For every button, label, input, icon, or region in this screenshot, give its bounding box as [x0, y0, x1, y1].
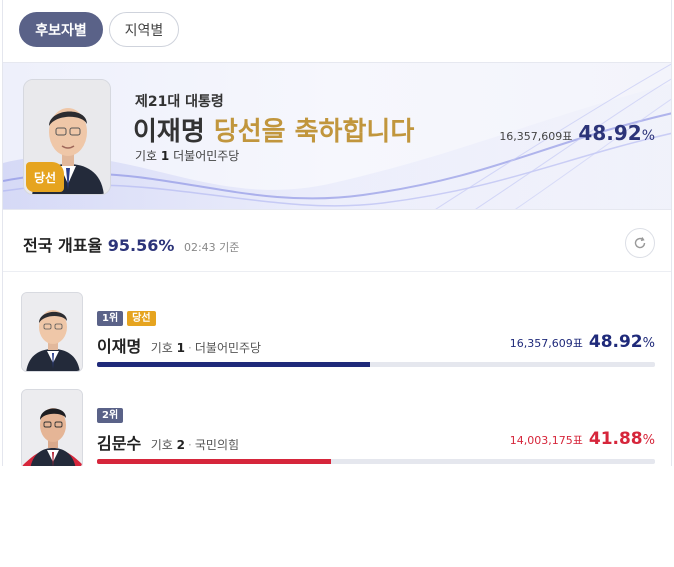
- winner-number-label: 기호: [135, 149, 158, 163]
- winner-headline: 이재명 당선을 축하합니다: [133, 111, 414, 148]
- counting-rate-bar: 전국 개표율 95.56% 02:43 기준: [3, 210, 671, 272]
- candidate-party: 더불어민주당: [194, 341, 262, 355]
- separator-dot: ·: [188, 341, 192, 355]
- vote-share-fill: [97, 459, 331, 464]
- rank-badge: 2위: [97, 408, 124, 423]
- winner-vote-summary: 16,357,609표 48.92%: [499, 121, 655, 145]
- election-results-panel: 후보자별 지역별 당선 제21대 대통령 이재명 당선을 축하합니다 기호 1 …: [2, 0, 672, 466]
- candidate-row[interactable]: 1위 당선 이재명 기호 1 · 더불어민주당 16,357,609표 48.92%: [3, 290, 671, 382]
- winner-banner: 당선 제21대 대통령 이재명 당선을 축하합니다 기호 1 더불어민주당 16…: [3, 62, 671, 210]
- candidate-number: 기호 2: [150, 438, 186, 452]
- candidate-photo: [21, 389, 83, 466]
- rank-badges: 1위 당선: [97, 311, 156, 326]
- rank-badges: 2위: [97, 408, 124, 423]
- tab-by-candidate[interactable]: 후보자별: [19, 12, 103, 47]
- winner-number: 1: [160, 149, 170, 163]
- candidate-info: 김문수 기호 2 · 국민의힘: [97, 430, 239, 454]
- winner-photo: 당선: [23, 79, 111, 195]
- candidate-percent: 41.88%: [588, 429, 655, 449]
- winner-badge: 당선: [26, 162, 64, 192]
- candidate-votes: 14,003,175표: [509, 434, 583, 447]
- counting-label: 전국 개표율: [23, 236, 103, 255]
- winner-congrats: 당선을 축하합니다: [213, 117, 415, 147]
- candidate-row[interactable]: 2위 김문수 기호 2 · 국민의힘 14,003,175표 41.88%: [3, 387, 671, 466]
- candidate-number: 기호 1: [150, 341, 186, 355]
- candidate-name: 김문수: [97, 434, 142, 453]
- candidate-vote-summary: 14,003,175표 41.88%: [510, 429, 655, 449]
- view-tabs: 후보자별 지역별: [19, 12, 179, 47]
- winner-percent: 48.92%: [578, 121, 655, 145]
- candidate-portrait-icon: [22, 390, 82, 466]
- candidate-name: 이재명: [97, 337, 142, 356]
- rank-badge: 1위: [97, 311, 124, 326]
- election-title: 제21대 대통령: [135, 94, 224, 110]
- candidate-portrait-icon: [22, 293, 82, 371]
- winner-meta: 기호 1 더불어민주당: [135, 147, 239, 164]
- vote-share-fill: [97, 362, 370, 367]
- vote-share-bar: [97, 362, 655, 367]
- refresh-button[interactable]: [625, 228, 655, 258]
- candidate-vote-summary: 16,357,609표 48.92%: [510, 332, 655, 352]
- vote-share-bar: [97, 459, 655, 464]
- winner-name: 이재명: [133, 117, 205, 147]
- tab-by-region[interactable]: 지역별: [109, 12, 179, 47]
- counting-time: 02:43 기준: [183, 241, 240, 254]
- separator-dot: ·: [188, 438, 192, 452]
- candidate-info: 이재명 기호 1 · 더불어민주당: [97, 333, 261, 357]
- candidate-percent: 48.92%: [588, 332, 655, 352]
- candidate-votes: 16,357,609표: [509, 337, 583, 350]
- candidate-party: 국민의힘: [194, 438, 240, 452]
- elected-badge: 당선: [127, 311, 156, 326]
- candidate-photo: [21, 292, 83, 372]
- counting-percent: 95.56%: [107, 236, 175, 255]
- winner-votes: 16,357,609표: [499, 130, 573, 143]
- counting-rate: 전국 개표율 95.56% 02:43 기준: [23, 232, 239, 256]
- winner-party: 더불어민주당: [173, 149, 240, 163]
- refresh-icon: [634, 237, 646, 249]
